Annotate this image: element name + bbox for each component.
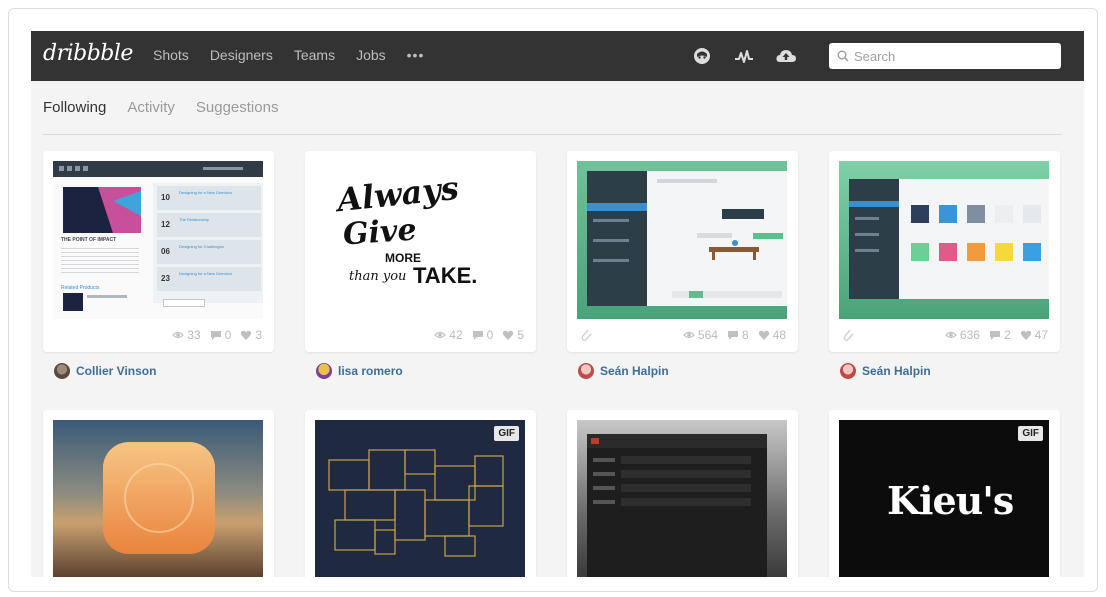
heart-icon xyxy=(503,330,514,340)
heart-icon xyxy=(758,330,769,340)
product-caption xyxy=(87,295,127,298)
top-navbar: dribbble Shots Designers Teams Jobs ••• xyxy=(31,31,1084,81)
nav-link-teams[interactable]: Teams xyxy=(294,47,335,63)
nav-more-menu[interactable]: ••• xyxy=(407,47,425,63)
views-stat: 636 xyxy=(945,328,980,342)
avatar[interactable] xyxy=(54,363,70,379)
shot-thumbnail[interactable] xyxy=(577,420,787,577)
dribbble-app: dribbble Shots Designers Teams Jobs ••• xyxy=(31,31,1084,577)
lettering-art: Always Give MORE than you TAKE. xyxy=(335,168,478,288)
shot-stats: 42 0 5 xyxy=(434,328,524,342)
cloud-upload-icon[interactable] xyxy=(775,45,797,67)
likes-stat: 47 xyxy=(1020,328,1048,342)
eye-icon xyxy=(683,331,695,339)
dribbble-logo[interactable]: dribbble xyxy=(43,41,133,66)
orange-app-icon-illustration xyxy=(103,442,215,554)
newsletter-input xyxy=(163,299,205,307)
author-name[interactable]: Collier Vinson xyxy=(76,364,156,378)
author-name[interactable]: Seán Halpin xyxy=(600,364,669,378)
product-thumb xyxy=(63,293,83,311)
paperclip-icon xyxy=(581,329,592,341)
section-heading: Related Products xyxy=(61,285,100,291)
color-palette-illustration xyxy=(849,179,1049,299)
search-box[interactable] xyxy=(829,43,1061,69)
shot-thumbnail[interactable]: THE POINT OF IMPACT Related Products 10 … xyxy=(53,161,263,319)
likes-stat: 48 xyxy=(758,328,786,342)
heart-icon xyxy=(1020,330,1031,340)
shot-card[interactable]: THE POINT OF IMPACT Related Products 10 … xyxy=(43,151,274,352)
activity-pulse-icon[interactable] xyxy=(733,45,755,67)
shot-card[interactable]: 636 2 47 xyxy=(829,151,1060,352)
feed-tabs: Following Activity Suggestions xyxy=(43,99,299,116)
tab-activity[interactable]: Activity xyxy=(127,99,175,116)
shot-thumbnail[interactable]: Always Give MORE than you TAKE. xyxy=(315,161,525,319)
comments-stat: 0 xyxy=(210,328,231,342)
shot-thumbnail[interactable] xyxy=(53,420,263,577)
shot-thumbnail[interactable] xyxy=(839,161,1049,319)
nav-icon-group xyxy=(691,45,797,67)
gif-badge: GIF xyxy=(1018,426,1043,441)
search-icon xyxy=(837,50,849,62)
body-text-lines xyxy=(61,245,139,275)
kieus-wordmark: Kieu's xyxy=(887,478,1014,523)
shot-stats: 564 8 48 xyxy=(683,328,786,342)
shot-card[interactable]: Always Give MORE than you TAKE. 42 0 5 xyxy=(305,151,536,352)
article-row: 23 Designing for a New Direction xyxy=(157,267,261,291)
author-name[interactable]: Seán Halpin xyxy=(862,364,931,378)
likes-stat: 5 xyxy=(502,328,524,342)
gif-badge: GIF xyxy=(494,426,519,441)
eye-icon xyxy=(172,331,185,339)
dark-ui-illustration xyxy=(587,434,767,577)
shot-author[interactable]: Collier Vinson xyxy=(54,363,156,379)
comment-icon xyxy=(472,331,483,340)
tab-suggestions[interactable]: Suggestions xyxy=(196,99,279,116)
floorplan-illustration xyxy=(328,449,504,557)
likes-stat: 3 xyxy=(240,328,262,342)
article-row: 10 Designing for a New Direction xyxy=(157,186,261,210)
nav-link-designers[interactable]: Designers xyxy=(210,47,273,63)
nav-link-shots[interactable]: Shots xyxy=(153,47,189,63)
search-input[interactable] xyxy=(854,48,1044,64)
views-stat: 33 xyxy=(172,328,201,342)
shot-stats: 33 0 3 xyxy=(172,328,262,342)
eye-icon xyxy=(434,331,447,339)
eye-icon xyxy=(945,331,957,339)
nav-link-jobs[interactable]: Jobs xyxy=(356,47,386,63)
article-row: 12 The Relationship xyxy=(157,213,261,237)
avatar[interactable] xyxy=(578,363,594,379)
shot-author[interactable]: Seán Halpin xyxy=(578,363,669,379)
article-row: 06 Designing for Challenges xyxy=(157,240,261,264)
tab-following[interactable]: Following xyxy=(43,99,106,116)
comments-stat: 8 xyxy=(727,328,749,342)
views-stat: 564 xyxy=(683,328,718,342)
tabs-divider xyxy=(43,134,1062,135)
shot-thumbnail[interactable] xyxy=(577,161,787,319)
paperclip-icon xyxy=(843,329,854,341)
shot-card[interactable]: GIF xyxy=(305,410,536,577)
avatar[interactable] xyxy=(316,363,332,379)
shot-author[interactable]: lisa romero xyxy=(316,363,403,379)
comment-icon xyxy=(989,331,1000,340)
green-app-illustration xyxy=(587,171,787,306)
avatar-face-icon[interactable] xyxy=(691,45,713,67)
comments-stat: 2 xyxy=(989,328,1011,342)
avatar[interactable] xyxy=(840,363,856,379)
shot-thumbnail[interactable]: Kieu's GIF xyxy=(839,420,1049,577)
page-heading: THE POINT OF IMPACT xyxy=(61,237,117,243)
shot-stats: 636 2 47 xyxy=(945,328,1048,342)
shot-card[interactable] xyxy=(567,410,798,577)
author-name[interactable]: lisa romero xyxy=(338,364,403,378)
shot-card[interactable]: 564 8 48 xyxy=(567,151,798,352)
shot-card[interactable]: Kieu's GIF xyxy=(829,410,1060,577)
comment-icon xyxy=(727,331,738,340)
shot-card[interactable] xyxy=(43,410,274,577)
views-stat: 42 xyxy=(434,328,463,342)
heart-icon xyxy=(241,330,252,340)
shot-thumbnail[interactable]: GIF xyxy=(315,420,525,577)
comment-icon xyxy=(210,331,221,340)
main-nav: Shots Designers Teams Jobs ••• xyxy=(153,47,424,63)
comments-stat: 0 xyxy=(472,328,493,342)
shot-author[interactable]: Seán Halpin xyxy=(840,363,931,379)
